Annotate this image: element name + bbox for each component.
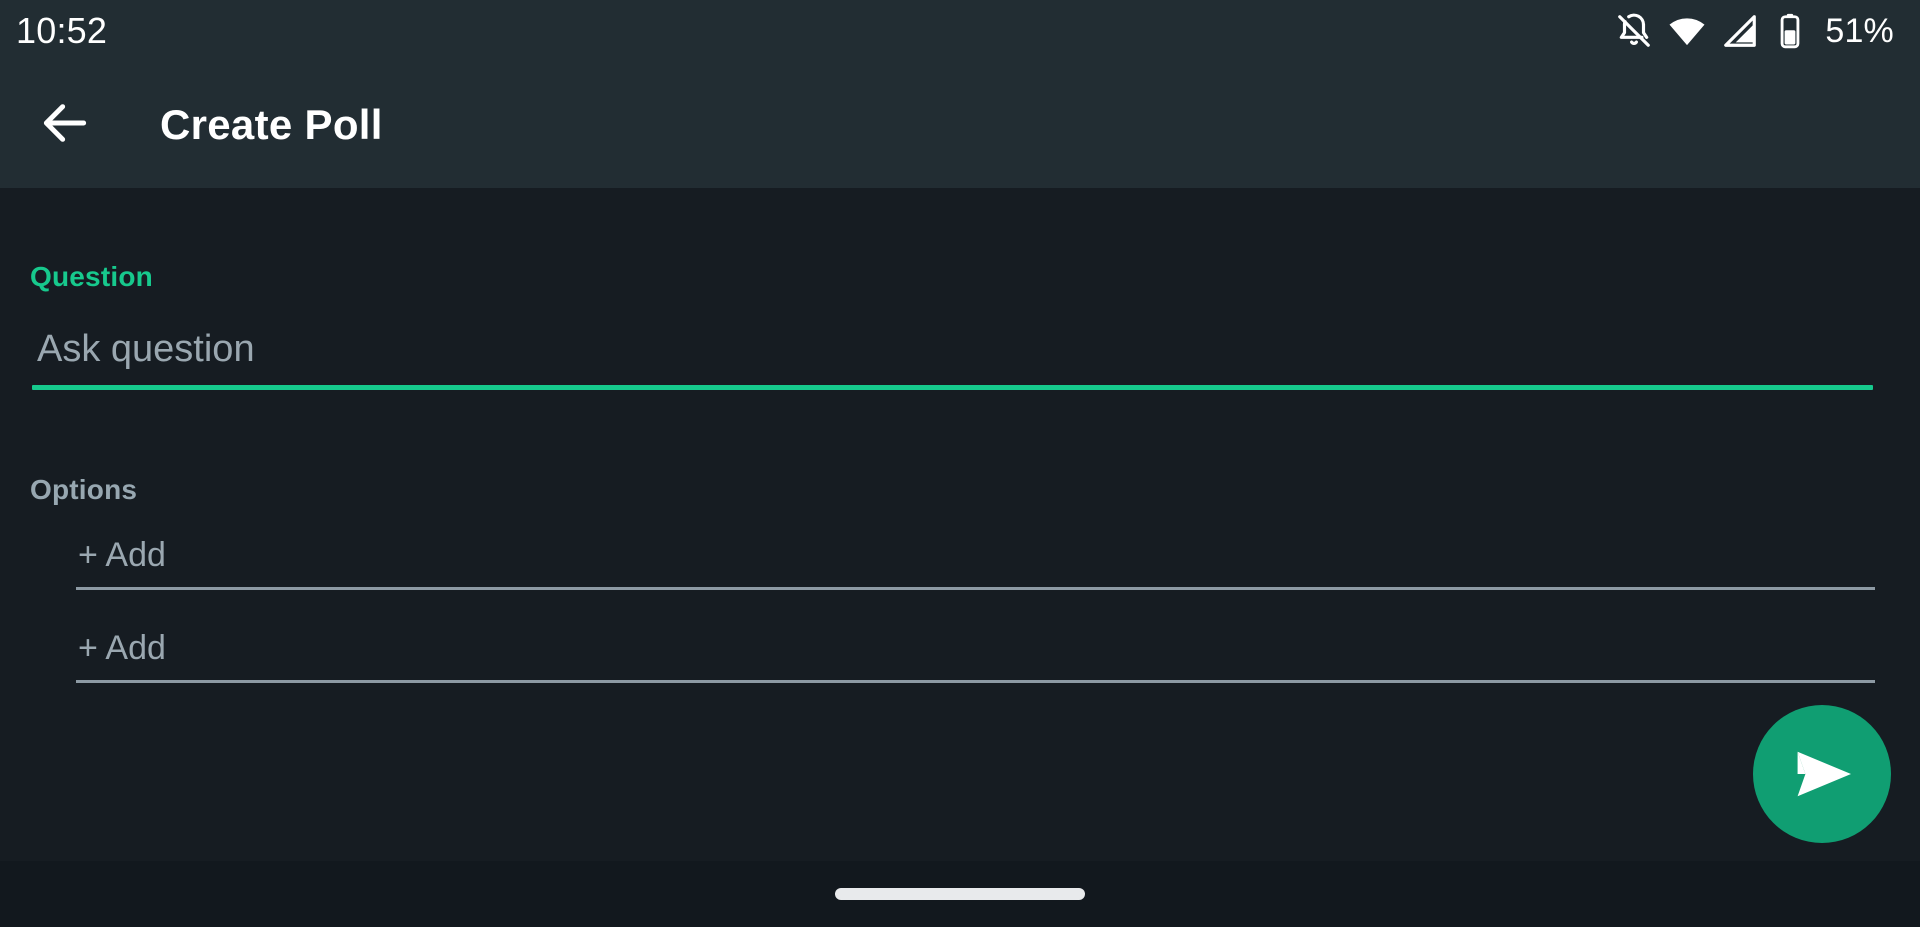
question-field bbox=[32, 328, 1873, 390]
send-icon bbox=[1784, 738, 1860, 810]
question-underline bbox=[32, 385, 1873, 390]
app-screen: 10:52 51% Create Poll Question Ask quest… bbox=[0, 0, 1920, 927]
battery-percent-label: 51% bbox=[1825, 11, 1894, 50]
option-field-2 bbox=[76, 629, 1875, 683]
send-button[interactable] bbox=[1753, 705, 1891, 843]
poll-form: Question Options bbox=[0, 188, 1920, 861]
status-bar: 10:52 51% bbox=[0, 0, 1920, 62]
status-bar-icons: 51% bbox=[1615, 11, 1894, 51]
cellular-signal-icon bbox=[1721, 12, 1759, 50]
notifications-off-icon bbox=[1615, 12, 1653, 50]
battery-icon bbox=[1773, 12, 1807, 50]
option-underline-1 bbox=[76, 587, 1875, 590]
back-button[interactable] bbox=[34, 94, 96, 156]
option-underline-2 bbox=[76, 680, 1875, 683]
home-gesture-pill[interactable] bbox=[835, 888, 1085, 900]
system-navigation-bar bbox=[0, 861, 1920, 927]
question-label: Question bbox=[30, 261, 153, 292]
arrow-left-icon bbox=[37, 95, 93, 156]
question-input[interactable] bbox=[32, 328, 1873, 385]
status-bar-clock: 10:52 bbox=[16, 10, 108, 51]
option-input-2[interactable] bbox=[76, 629, 1875, 680]
wifi-icon bbox=[1667, 11, 1707, 51]
page-title: Create Poll bbox=[160, 101, 383, 148]
app-bar: Create Poll bbox=[0, 62, 1920, 188]
option-field-1 bbox=[76, 536, 1875, 590]
option-input-1[interactable] bbox=[76, 536, 1875, 587]
options-label: Options bbox=[30, 474, 138, 505]
